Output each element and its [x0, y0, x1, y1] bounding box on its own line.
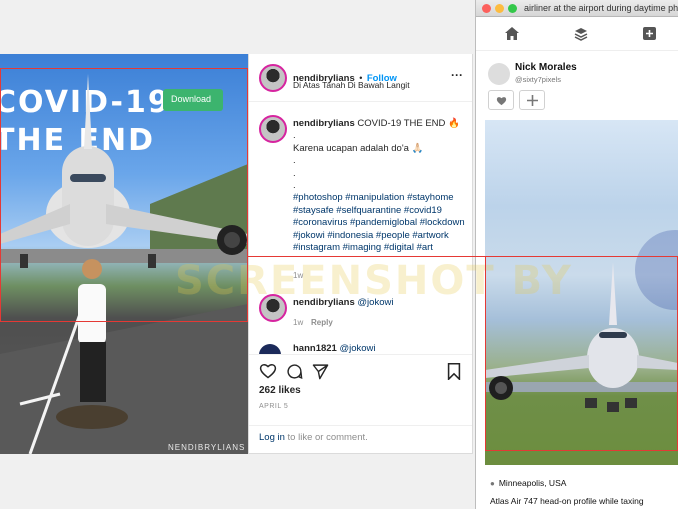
avatar[interactable]: [259, 115, 287, 143]
like-photo-button[interactable]: [488, 90, 514, 110]
location-pin-icon: ●: [490, 479, 495, 488]
plus-icon: [527, 95, 538, 106]
comment-icon[interactable]: [286, 363, 303, 380]
window-title: airliner at the airport during daytime p…: [524, 3, 678, 13]
instagram-post-panel: nendibrylians • Follow Di Atas Tanah Di …: [248, 54, 473, 454]
share-icon[interactable]: [312, 363, 329, 380]
post-actions: 262 likes APRIL 5 Log in to like or comm…: [249, 354, 472, 454]
add-to-collection-button[interactable]: [519, 90, 545, 110]
heart-icon: [496, 97, 507, 106]
comment-username[interactable]: hann1821: [293, 344, 337, 354]
likes-count[interactable]: 262 likes: [259, 385, 301, 396]
location-link[interactable]: Di Atas Tanah Di Bawah Langit: [293, 80, 410, 90]
post-header: nendibrylians • Follow Di Atas Tanah Di …: [249, 54, 472, 102]
image-watermark: NENDIBRYLIANS: [168, 443, 246, 452]
bookmark-icon[interactable]: [447, 363, 461, 380]
avatar[interactable]: [259, 64, 287, 92]
caption-dot: .: [293, 180, 296, 192]
avatar[interactable]: [259, 344, 281, 354]
highlight-box-left: [0, 68, 248, 322]
login-link[interactable]: Log in: [259, 432, 285, 443]
author-handle[interactable]: @sixty7pixels: [515, 75, 561, 84]
minimize-window-icon[interactable]: [495, 4, 504, 13]
comment-age: 1w: [293, 318, 304, 327]
comparison-screenshot: COVID-19 THE END NENDIBRYLIANS nendibryl…: [0, 0, 678, 509]
home-icon[interactable]: [505, 27, 519, 40]
author-avatar[interactable]: [488, 63, 510, 85]
caption-dot: .: [293, 155, 296, 167]
comment-mention[interactable]: @jokowi: [339, 344, 375, 354]
caption-username[interactable]: nendibrylians: [293, 118, 355, 129]
post-date: APRIL 5: [259, 403, 289, 410]
caption-dot: .: [293, 130, 296, 142]
login-text: to like or comment.: [284, 432, 368, 443]
caption-text: COVID-19 THE END 🔥: [357, 118, 460, 129]
comment: hann1821 @jokowi: [293, 344, 376, 354]
location-text: Minneapolis, USA: [498, 478, 567, 488]
zoom-window-icon[interactable]: [508, 4, 517, 13]
collections-icon[interactable]: [574, 27, 588, 41]
highlight-connector: [248, 256, 486, 257]
close-window-icon[interactable]: [482, 4, 491, 13]
window-titlebar: airliner at the airport during daytime p…: [476, 0, 678, 17]
photo-author[interactable]: Nick Morales @sixty7pixels: [476, 61, 678, 89]
caption-dot: .: [293, 167, 296, 179]
login-prompt: Log in to like or comment.: [249, 425, 472, 449]
unsplash-toolbar: [476, 17, 678, 51]
reply-button[interactable]: Reply: [311, 318, 333, 327]
heart-icon[interactable]: [259, 363, 277, 379]
photo-description: Atlas Air 747 head-on profile while taxi…: [490, 496, 644, 506]
more-options-icon[interactable]: ···: [451, 68, 463, 82]
highlight-box-right: [485, 256, 678, 451]
caption-hashtags[interactable]: #photoshop #manipulation #stayhome #stay…: [293, 192, 465, 253]
author-name[interactable]: Nick Morales: [515, 62, 577, 73]
caption-text: Karena ucapan adalah do'a 🙏🏻: [293, 142, 424, 154]
add-icon[interactable]: [643, 27, 656, 40]
photo-location[interactable]: ● Minneapolis, USA: [490, 478, 566, 488]
post-caption: nendibrylians COVID-19 THE END 🔥 . Karen…: [293, 118, 471, 254]
